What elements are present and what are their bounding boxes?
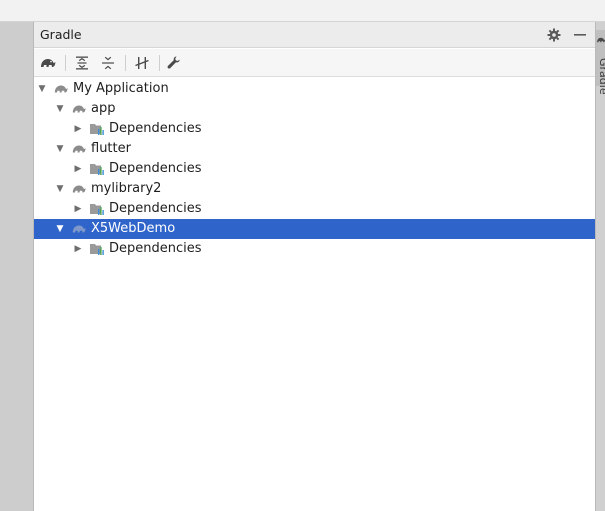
gradle-tool-window: Gradle ▼ My Application ▼ app ▶ Dependen… xyxy=(34,22,595,511)
tree-node-label: X5WebDemo xyxy=(91,221,176,236)
dependencies-folder-icon xyxy=(89,241,105,257)
dependencies-folder-icon xyxy=(89,161,105,177)
gradle-elephant-icon xyxy=(71,141,87,157)
chevron-down-icon[interactable]: ▼ xyxy=(53,219,67,239)
window-top-strip xyxy=(0,0,605,22)
chevron-down-icon[interactable]: ▼ xyxy=(53,99,67,119)
tree-node-label: mylibrary2 xyxy=(91,181,162,196)
gradle-elephant-icon xyxy=(41,59,56,67)
collapse-all-icon xyxy=(102,56,114,70)
collapse-all-button[interactable] xyxy=(97,53,119,73)
chevron-right-icon[interactable]: ▶ xyxy=(71,159,85,179)
gear-icon[interactable] xyxy=(545,26,563,44)
tree-node-label: Dependencies xyxy=(109,161,202,176)
tree-node-label: Dependencies xyxy=(109,201,202,216)
panel-title: Gradle xyxy=(40,27,82,42)
tree-node-dependencies[interactable]: ▶ Dependencies xyxy=(34,159,595,179)
gradle-side-tab[interactable]: Gradle xyxy=(596,30,605,95)
refresh-gradle-button[interactable] xyxy=(37,53,59,73)
tree-node-module-selected[interactable]: ▼ X5WebDemo xyxy=(34,219,595,239)
toolbar-separator xyxy=(159,55,160,71)
left-tool-gutter xyxy=(0,22,34,511)
side-tab-label: Gradle xyxy=(597,58,605,95)
dependencies-folder-icon xyxy=(89,121,105,137)
expand-all-icon xyxy=(76,56,88,70)
tree-node-module[interactable]: ▼ mylibrary2 xyxy=(34,179,595,199)
gradle-elephant-icon xyxy=(597,37,605,43)
tree-node-root[interactable]: ▼ My Application xyxy=(34,79,595,99)
chevron-right-icon[interactable]: ▶ xyxy=(71,239,85,259)
chevron-down-icon[interactable]: ▼ xyxy=(53,139,67,159)
chevron-down-icon[interactable]: ▼ xyxy=(35,79,49,99)
chevron-right-icon[interactable]: ▶ xyxy=(71,199,85,219)
gradle-elephant-icon xyxy=(71,181,87,197)
gradle-elephant-icon xyxy=(53,81,69,97)
tree-node-dependencies[interactable]: ▶ Dependencies xyxy=(34,239,595,259)
tree-node-label: Dependencies xyxy=(109,241,202,256)
panel-header: Gradle xyxy=(34,22,595,48)
right-tool-strip: Gradle xyxy=(595,22,605,511)
tree-node-dependencies[interactable]: ▶ Dependencies xyxy=(34,199,595,219)
chevron-right-icon[interactable]: ▶ xyxy=(71,119,85,139)
toggle-offline-icon xyxy=(135,57,149,69)
tree-node-label: app xyxy=(91,101,116,116)
offline-mode-button[interactable] xyxy=(131,53,153,73)
tree-node-module[interactable]: ▼ flutter xyxy=(34,139,595,159)
gradle-elephant-icon xyxy=(71,101,87,117)
toolbar-separator xyxy=(65,55,66,71)
tree-node-label: My Application xyxy=(73,81,169,96)
chevron-down-icon[interactable]: ▼ xyxy=(53,179,67,199)
toolbar-separator xyxy=(125,55,126,71)
tree-node-module[interactable]: ▼ app xyxy=(34,99,595,119)
tree-node-dependencies[interactable]: ▶ Dependencies xyxy=(34,119,595,139)
tree-node-label: flutter xyxy=(91,141,131,156)
tree-node-label: Dependencies xyxy=(109,121,202,136)
gradle-project-tree: ▼ My Application ▼ app ▶ Dependencies ▼ xyxy=(34,78,595,511)
expand-all-button[interactable] xyxy=(71,53,93,73)
wrench-icon xyxy=(167,56,180,69)
build-settings-button[interactable] xyxy=(163,53,185,73)
dependencies-folder-icon xyxy=(89,201,105,217)
gradle-elephant-icon xyxy=(71,221,87,237)
panel-toolbar xyxy=(34,49,595,77)
minimize-icon[interactable] xyxy=(571,26,589,44)
